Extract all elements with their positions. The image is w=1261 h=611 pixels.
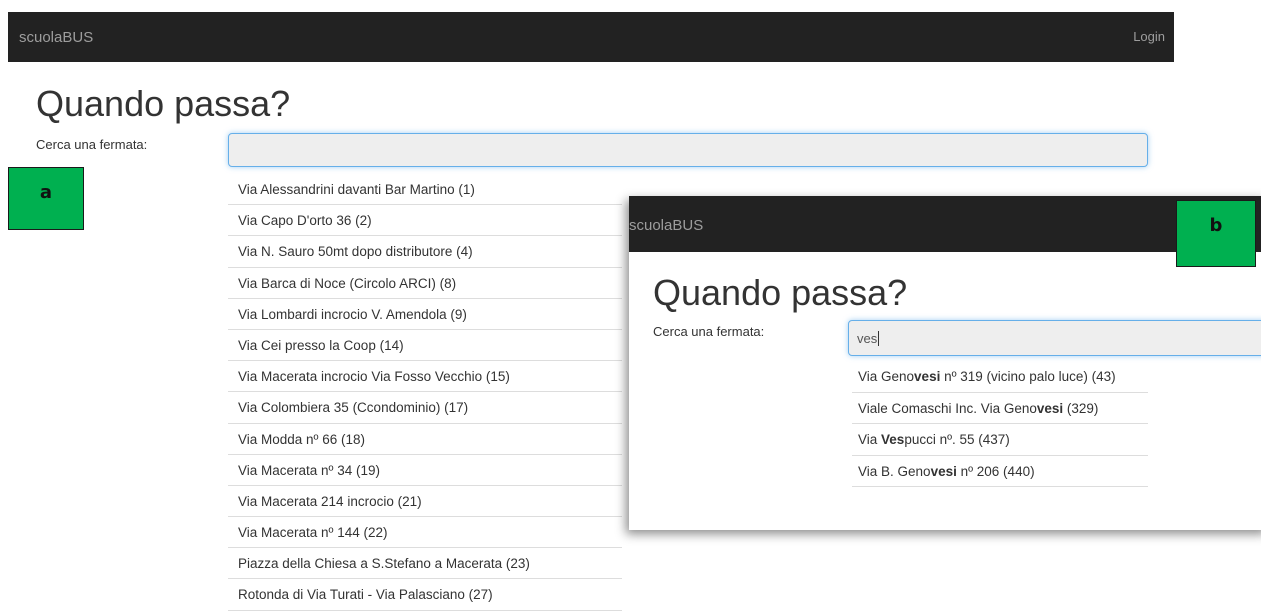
text-caret xyxy=(878,330,880,346)
label-a-badge: a xyxy=(8,167,84,230)
result-text: pucci nº. 55 (437) xyxy=(904,432,1010,447)
label-a-text: a xyxy=(39,182,53,203)
search-label: Cerca una fermata: xyxy=(36,137,148,152)
result-text: Via B. Geno xyxy=(858,463,931,479)
page-title: Quando passa? xyxy=(653,272,908,313)
suggestion-item[interactable]: Via Capo D'orto 36 (2) xyxy=(228,205,622,237)
inset-screenshot-b: scuolaBUS Quando passa? Cerca una fermat… xyxy=(629,196,1261,530)
search-label: Cerca una fermata: xyxy=(653,324,765,339)
suggestion-item[interactable]: Piazza della Chiesa a S.Stefano a Macera… xyxy=(228,548,622,580)
search-input[interactable]: ves xyxy=(848,320,1261,356)
match-highlight: vesi xyxy=(1036,400,1064,416)
suggestion-item[interactable]: Rotonda di Via Turati - Via Palasciano (… xyxy=(228,579,622,611)
navbar: scuolaBUS xyxy=(629,196,1261,252)
suggestion-list: Via Alessandrini davanti Bar Martino (1)… xyxy=(228,174,622,611)
suggestion-item[interactable]: Via Alessandrini davanti Bar Martino (1) xyxy=(228,174,622,206)
page-title: Quando passa? xyxy=(36,83,291,124)
suggestion-item[interactable]: Via Barca di Noce (Circolo ARCI) (8) xyxy=(228,268,622,299)
match-highlight: vesi xyxy=(930,463,957,479)
suggestion-item[interactable]: Via Modda nº 66 (18) xyxy=(228,424,622,455)
result-item[interactable]: Via Vespucci nº. 55 (437) xyxy=(852,424,1148,456)
result-item[interactable]: Via Genovesi nº 319 (vicino palo luce) (… xyxy=(852,361,1148,393)
label-b-text: b xyxy=(1209,215,1223,236)
navbar: scuolaBUS Login xyxy=(8,12,1174,62)
brand-link[interactable]: scuolaBUS xyxy=(19,29,93,46)
match-highlight: Ves xyxy=(881,432,905,447)
suggestion-item[interactable]: Via Macerata nº 34 (19) xyxy=(228,455,622,486)
search-input[interactable] xyxy=(228,133,1148,167)
result-text: Via Geno xyxy=(858,369,915,384)
result-text: Via xyxy=(858,432,882,447)
result-text: Viale Comaschi Inc. Via Geno xyxy=(858,400,1037,416)
result-text: nº 206 (440) xyxy=(956,463,1035,479)
suggestion-item[interactable]: Via Lombardi incrocio V. Amendola (9) xyxy=(228,299,622,330)
search-input-value: ves xyxy=(857,330,878,346)
suggestion-item[interactable]: Via Macerata nº 144 (22) xyxy=(228,517,622,549)
login-link[interactable]: Login xyxy=(1133,29,1165,44)
result-item[interactable]: Viale Comaschi Inc. Via Genovesi (329) xyxy=(852,393,1148,424)
result-item[interactable]: Via B. Genovesi nº 206 (440) xyxy=(852,456,1148,487)
suggestion-item[interactable]: Via Macerata incrocio Via Fosso Vecchio … xyxy=(228,361,622,393)
label-b-badge: b xyxy=(1176,200,1256,267)
suggestion-item[interactable]: Via Colombiera 35 (Ccondominio) (17) xyxy=(228,392,622,424)
match-highlight: vesi xyxy=(914,369,941,384)
result-text: (329) xyxy=(1063,400,1099,416)
suggestion-item[interactable]: Via Cei presso la Coop (14) xyxy=(228,330,622,362)
autocomplete-results: Via Genovesi nº 319 (vicino palo luce) (… xyxy=(852,361,1148,487)
result-text: nº 319 (vicino palo luce) (43) xyxy=(940,369,1116,384)
suggestion-item[interactable]: Via Macerata 214 incrocio (21) xyxy=(228,486,622,518)
suggestion-item[interactable]: Via N. Sauro 50mt dopo distributore (4) xyxy=(228,236,622,268)
brand-link[interactable]: scuolaBUS xyxy=(629,217,703,234)
